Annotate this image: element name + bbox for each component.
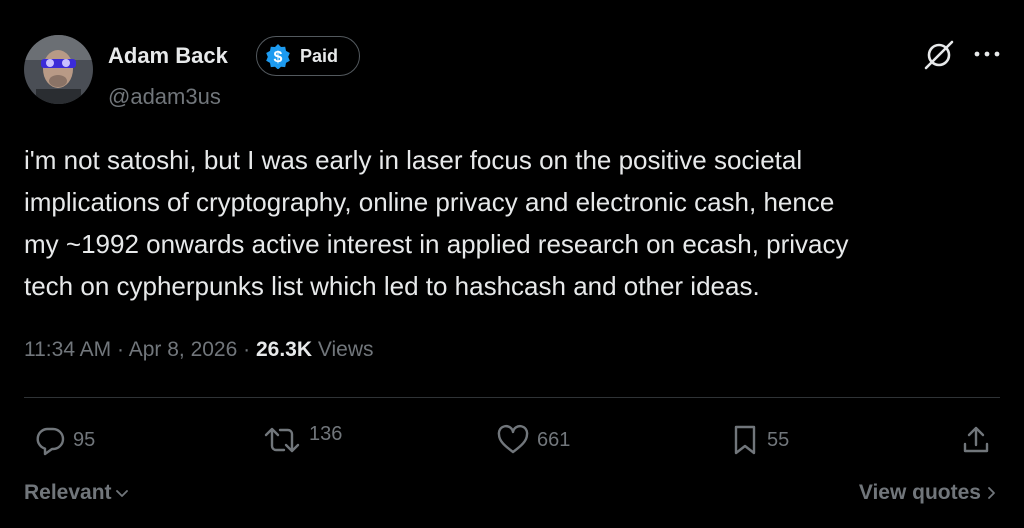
repost-icon [264, 427, 300, 453]
view-quotes-label: View quotes [858, 481, 981, 504]
chevron-right-icon [988, 487, 995, 499]
views-label: Views [317, 338, 374, 361]
meta-separator: · [243, 338, 251, 361]
grok-icon[interactable] [922, 38, 956, 72]
handle[interactable]: @adam3us [108, 84, 221, 110]
repost-count: 136 [309, 422, 343, 445]
view-quotes-link[interactable]: View quotes [859, 481, 998, 505]
views-count[interactable]: 26.3K [256, 338, 312, 361]
bookmark-button[interactable]: 55 [730, 423, 789, 457]
bookmark-count: 55 [767, 428, 790, 451]
tweet-date[interactable]: Apr 8, 2026 [129, 338, 238, 361]
avatar[interactable] [24, 35, 93, 104]
sort-label: Relevant [24, 481, 112, 504]
avatar-image [24, 35, 93, 104]
share-button[interactable] [960, 423, 992, 457]
reply-count: 95 [73, 428, 96, 451]
tweet-line: i'm not satoshi, but I was early in lase… [24, 145, 803, 175]
chevron-down-icon [115, 490, 128, 497]
reply-button[interactable]: 95 [34, 423, 95, 457]
more-icon[interactable] [972, 44, 1002, 64]
tweet-line: my ~1992 onwards active interest in appl… [24, 229, 849, 259]
paid-badge[interactable]: $ Paid [256, 36, 360, 76]
bookmark-icon [734, 425, 756, 455]
tweet-text: i'm not satoshi, but I was early in lase… [24, 139, 999, 307]
divider [24, 397, 1000, 398]
heart-icon [497, 424, 529, 454]
like-count: 661 [537, 428, 571, 451]
tweet-line: tech on cypherpunks list which led to ha… [24, 271, 760, 301]
meta-separator: · [117, 338, 125, 361]
tweet-line: implications of cryptography, online pri… [24, 187, 835, 217]
reply-icon [36, 427, 65, 456]
like-button[interactable]: 661 [496, 423, 570, 457]
tweet-meta: 11:34 AM · Apr 8, 2026 · 26.3K Views [24, 335, 374, 365]
display-name[interactable]: Adam Back [108, 42, 228, 70]
dollar-icon: $ [266, 44, 290, 69]
svg-text:$: $ [274, 49, 283, 66]
share-icon [963, 426, 989, 453]
sort-dropdown[interactable]: Relevant [24, 481, 129, 505]
repost-button[interactable]: 136 [262, 423, 342, 457]
tweet-time[interactable]: 11:34 AM [24, 338, 111, 361]
paid-label: Paid [300, 45, 339, 66]
